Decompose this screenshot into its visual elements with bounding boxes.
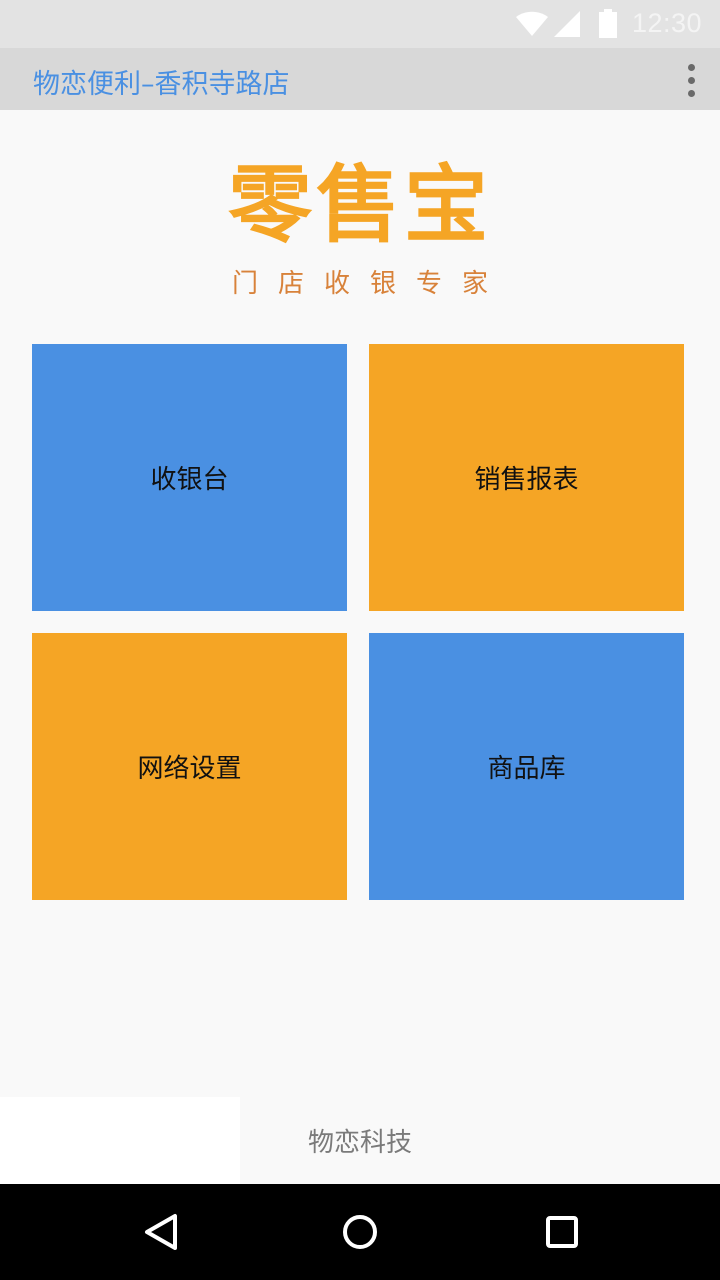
footer-company: 物恋科技 [307, 1128, 412, 1158]
logo-subtitle: 门店收银专家 [231, 269, 508, 299]
battery-icon [599, 9, 617, 38]
product-library-tile-label: 商品库 [487, 754, 566, 784]
signal-icon [554, 11, 580, 37]
cashier-tile-label: 收银台 [150, 465, 229, 495]
system-nav-bar [0, 1184, 720, 1280]
logo-title: 零售宝 [227, 156, 492, 254]
network-settings-tile-label: 网络设置 [137, 754, 242, 784]
product-library-tile[interactable]: 商品库 [369, 633, 684, 900]
overflow-menu-icon[interactable] [678, 62, 706, 98]
network-settings-tile[interactable]: 网络设置 [32, 633, 347, 900]
recents-icon[interactable] [534, 1204, 590, 1260]
wifi-icon [516, 11, 548, 36]
sales-report-tile[interactable]: 销售报表 [369, 344, 684, 611]
sales-report-tile-label: 销售报表 [474, 465, 579, 495]
status-time: 12:30 [632, 8, 703, 38]
footer-blank-panel [0, 1097, 240, 1184]
app-bar: 物恋便利–香积寺路店 [0, 48, 720, 110]
store-title: 物恋便利–香积寺路店 [33, 69, 290, 100]
back-icon[interactable] [132, 1204, 188, 1260]
home-icon[interactable] [332, 1204, 388, 1260]
cashier-tile[interactable]: 收银台 [32, 344, 347, 611]
status-bar: 12:30 [0, 0, 720, 48]
